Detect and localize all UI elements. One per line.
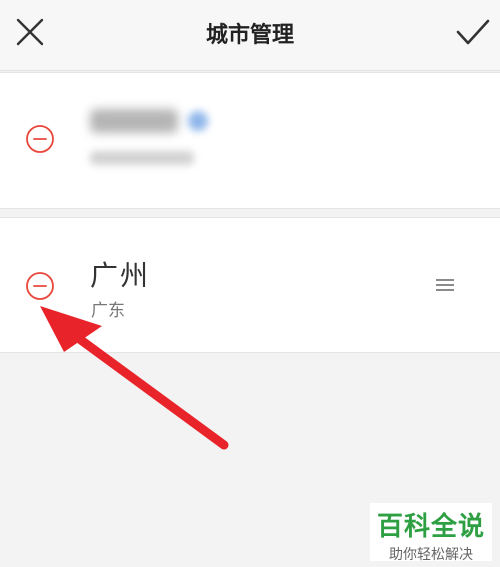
- remove-city-button[interactable]: [24, 123, 56, 155]
- watermark-subtitle: 助你轻松解决: [389, 546, 473, 562]
- watermark: 百科全说 助你轻松解决: [370, 503, 492, 562]
- minus-circle-icon: [26, 272, 54, 300]
- city-name: 广州: [90, 260, 151, 291]
- blurred-city-name: [90, 109, 178, 133]
- remove-city-button[interactable]: [24, 270, 56, 302]
- confirm-button[interactable]: [452, 12, 494, 52]
- top-bar: 城市管理: [0, 0, 500, 71]
- checkmark-icon: [456, 19, 490, 45]
- city-card: [0, 72, 500, 209]
- drag-handle-icon: [436, 279, 454, 291]
- location-badge-icon: [188, 111, 208, 131]
- blurred-city-subtitle: [90, 151, 194, 165]
- city-card: 广州 广东: [0, 217, 500, 353]
- page-title: 城市管理: [205, 22, 294, 47]
- reorder-button[interactable]: [434, 276, 456, 294]
- watermark-title: 百科全说: [376, 511, 485, 541]
- minus-circle-icon: [26, 125, 54, 153]
- province-name: 广东: [91, 301, 125, 320]
